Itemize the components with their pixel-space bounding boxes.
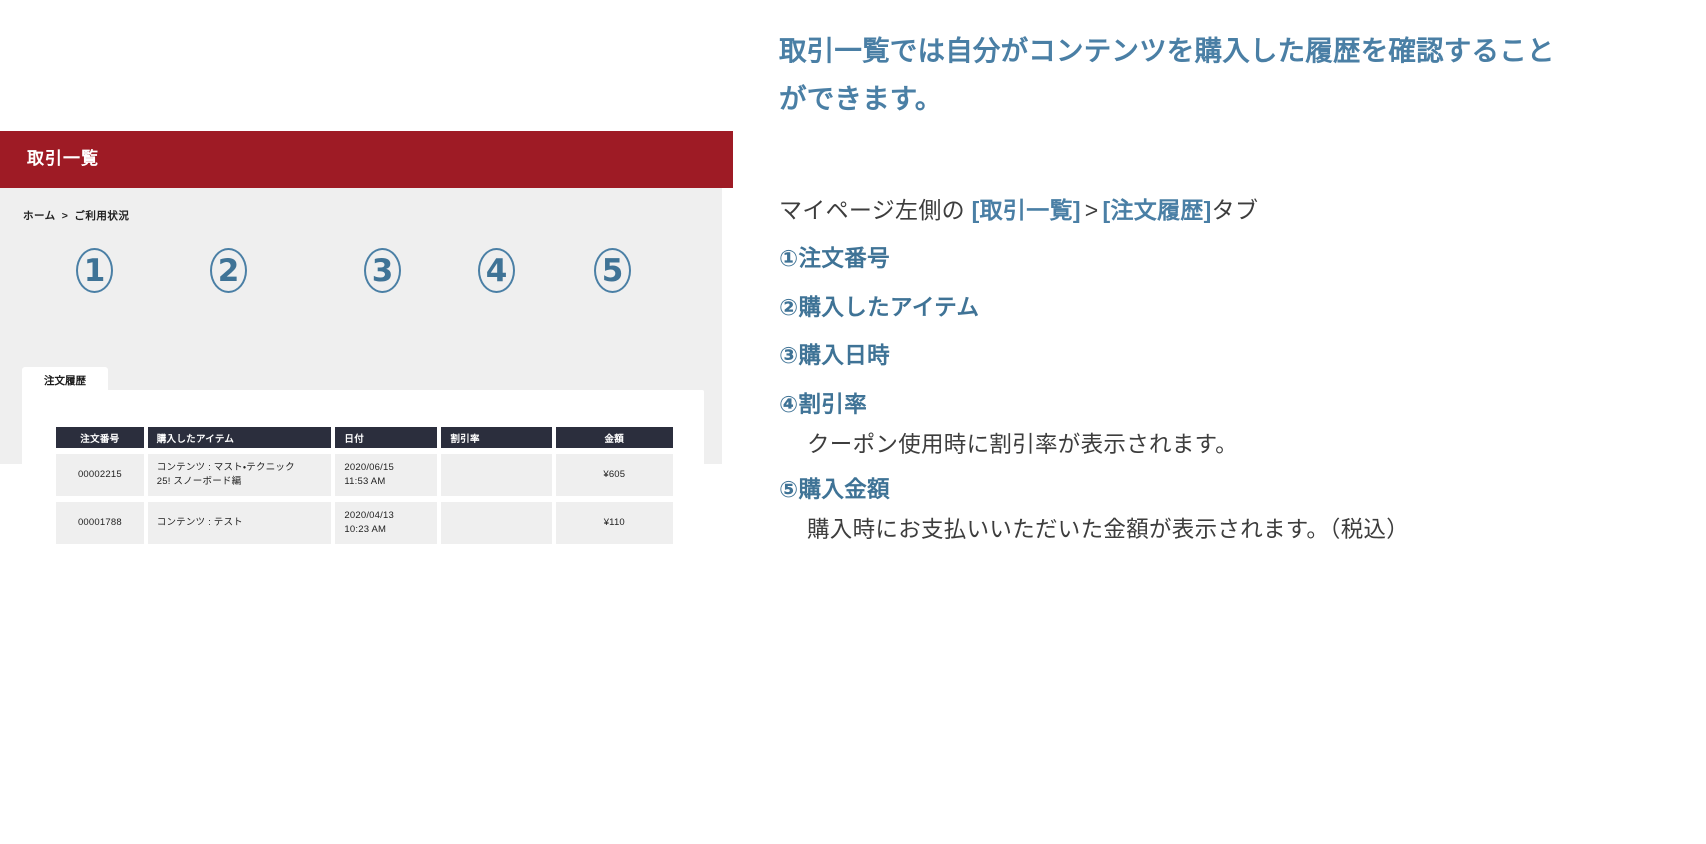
- callout-badge-4: 4: [478, 248, 515, 293]
- callout-badge-2: 2: [210, 248, 247, 293]
- table-row[interactable]: 00001788 コンテンツ : テスト 2020/04/13 10:23 AM …: [56, 502, 673, 544]
- explanation-heading: 取引一覧では自分がコンテンツを購入した履歴を確認することができます。: [779, 35, 1555, 114]
- cell-discount: [441, 454, 552, 496]
- order-history-table: 注文番号 購入したアイテム 日付 割引率 金額 00002215 コンテンツ :…: [52, 421, 677, 550]
- column-header-item[interactable]: 購入したアイテム: [147, 427, 332, 448]
- column-header-date[interactable]: 日付: [335, 427, 438, 448]
- nav-prefix: マイページ左側の: [779, 197, 965, 223]
- tab-order-history[interactable]: 注文履歴: [22, 367, 108, 398]
- cell-amount: ¥605: [555, 454, 673, 496]
- explanation-panel: 取引一覧では自分がコンテンツを購入した履歴を確認することができます。 マイページ…: [779, 0, 1679, 844]
- cell-order-no: 00001788: [56, 502, 144, 544]
- breadcrumb: ホーム > ご利用状況: [23, 208, 129, 223]
- explanation-item-5: ⑤購入金額: [779, 476, 891, 502]
- breadcrumb-item-home[interactable]: ホーム: [23, 210, 56, 222]
- table-header-row: 注文番号 購入したアイテム 日付 割引率 金額: [56, 427, 673, 448]
- nav-link-transaction-list: [取引一覧]: [971, 197, 1081, 223]
- explanation-item-4: ④割引率: [779, 391, 868, 417]
- cell-amount: ¥110: [555, 502, 673, 544]
- cell-discount: [441, 502, 552, 544]
- explanation-item-4-description: クーポン使用時に割引率が表示されます。: [807, 432, 1238, 457]
- cell-item: コンテンツ : テスト: [147, 502, 332, 544]
- callout-badge-1: 1: [76, 248, 113, 293]
- cell-date: 2020/04/13 10:23 AM: [335, 502, 438, 544]
- column-header-discount[interactable]: 割引率: [441, 427, 552, 448]
- nav-separator-icon: >: [1084, 197, 1099, 223]
- navigation-path: マイページ左側の [取引一覧] > [注文履歴]タブ: [779, 199, 1258, 222]
- breadcrumb-item-current: ご利用状況: [74, 210, 130, 222]
- callout-badge-3: 3: [364, 248, 401, 293]
- column-header-amount[interactable]: 金額: [555, 427, 673, 448]
- transaction-list-screenshot: 取引一覧 ホーム > ご利用状況 注文履歴 注文番号 購入したアイテム 日付 割引率…: [0, 131, 733, 577]
- cell-order-no: 00002215: [56, 454, 144, 496]
- explanation-item-3: ③購入日時: [779, 343, 891, 368]
- explanation-item-1: ①注文番号: [779, 246, 891, 271]
- breadcrumb-separator-icon: >: [61, 210, 69, 222]
- table-row[interactable]: 00002215 コンテンツ : マスト・テクニック 25! スノーボード編 20…: [56, 454, 673, 496]
- nav-suffix: タブ: [1211, 197, 1259, 223]
- explanation-item-2: ②購入したアイテム: [779, 294, 980, 320]
- cell-date: 2020/06/15 11:53 AM: [335, 454, 438, 496]
- page-header-bar: 取引一覧: [0, 131, 733, 188]
- column-header-order-no[interactable]: 注文番号: [56, 427, 144, 448]
- callout-badge-5: 5: [594, 248, 631, 293]
- nav-link-order-history: [注文履歴]: [1102, 197, 1212, 223]
- tab-strip: 注文履歴: [22, 367, 108, 398]
- cell-item: コンテンツ : マスト・テクニック 25! スノーボード編: [147, 454, 332, 496]
- explanation-item-5-description: 購入時にお支払いいただいた金額が表示されます。（税込）: [807, 517, 1410, 542]
- page-title: 取引一覧: [27, 149, 99, 168]
- explanation-list: ①注文番号 ②購入したアイテム ③購入日時 ④割引率 クーポン使用時に割引率が表…: [779, 246, 1579, 564]
